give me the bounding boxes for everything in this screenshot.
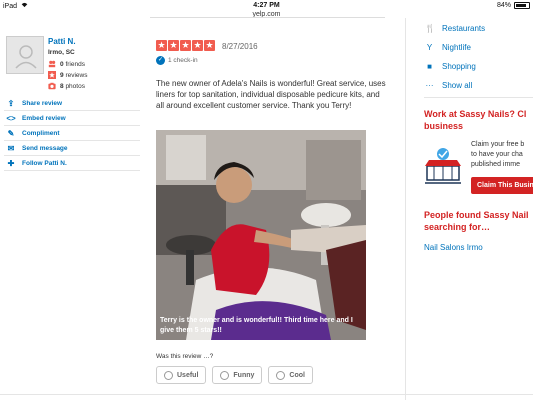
- reviews-label: reviews: [65, 71, 88, 79]
- vote-buttons: Useful Funny Cool: [156, 366, 313, 384]
- star-icon: ★: [192, 40, 203, 51]
- review-photo[interactable]: Terry is the owner and is wonderful!! Th…: [156, 130, 366, 340]
- more-icon: ···: [425, 81, 434, 90]
- avatar[interactable]: [6, 36, 44, 74]
- share-icon: ⇪: [7, 98, 15, 108]
- code-icon: <>: [6, 113, 16, 123]
- star-icon: ★: [156, 40, 167, 51]
- claim-text-line-1: Claim your free b: [471, 141, 525, 148]
- funny-button[interactable]: Funny: [212, 366, 263, 384]
- shopping-label: Shopping: [442, 62, 476, 71]
- sidebar-link-restaurants[interactable]: 🍴 Restaurants: [425, 24, 486, 33]
- work-heading-line-2: business: [424, 121, 464, 131]
- default-avatar-icon: [15, 45, 37, 69]
- cool-label: Cool: [289, 371, 305, 379]
- nightlife-label: Nightlife: [442, 43, 471, 52]
- share-review-link[interactable]: ⇪ Share review: [4, 96, 140, 111]
- work-here-heading: Work at Sassy Nails? Cl business: [424, 108, 526, 132]
- bottom-divider: [0, 394, 533, 395]
- status-bar: iPad 4:27 PM yelp.com 84%: [0, 0, 533, 24]
- nail-salons-irmo-link[interactable]: Nail Salons Irmo: [424, 243, 483, 252]
- storefront-icon: [425, 148, 461, 184]
- compliment-icon: ✎: [7, 128, 15, 138]
- friends-count: 0 friends: [48, 60, 85, 68]
- checkin-label: 1 check-in: [168, 57, 198, 64]
- people-heading-line-2: searching for…: [424, 222, 491, 232]
- sidebar-separator: [424, 97, 533, 98]
- cool-icon: [276, 370, 286, 380]
- salon-photo-image: [156, 130, 366, 340]
- battery-icon: [514, 2, 530, 9]
- checkin-info: ✓ 1 check-in: [156, 56, 198, 65]
- fork-knife-icon: 🍴: [425, 24, 435, 33]
- message-icon: ✉: [7, 143, 15, 153]
- follow-icon: ✚: [7, 158, 15, 168]
- cool-button[interactable]: Cool: [268, 366, 313, 384]
- reviews-count: 9 reviews: [48, 71, 87, 79]
- funny-icon: [220, 370, 230, 380]
- share-review-label: Share review: [22, 99, 63, 107]
- useful-icon: [164, 370, 173, 380]
- reviews-number: 9: [60, 71, 64, 79]
- follow-user-link[interactable]: ✚ Follow Patti N.: [4, 156, 140, 171]
- top-divider: [150, 17, 385, 18]
- checkin-icon: ✓: [156, 56, 165, 65]
- claim-description: Claim your free b to have your cha publi…: [471, 140, 524, 170]
- star-icon: ★: [204, 40, 215, 51]
- vote-prompt: Was this review …?: [156, 353, 214, 360]
- show-all-label: Show all: [442, 81, 473, 90]
- cocktail-icon: Y: [426, 43, 433, 52]
- claim-business-button[interactable]: Claim This Busin: [471, 177, 533, 194]
- useful-button[interactable]: Useful: [156, 366, 207, 384]
- user-location: Irmo, SC: [48, 49, 75, 56]
- battery-status: 84%: [497, 2, 530, 9]
- people-heading-line-1: People found Sassy Nail: [424, 210, 529, 220]
- photos-label: photos: [65, 82, 85, 90]
- review-actions: ⇪ Share review <> Embed review ✎ Complim…: [4, 96, 140, 171]
- friends-number: 0: [60, 60, 64, 68]
- star-rating: ★ ★ ★ ★ ★: [156, 40, 215, 51]
- sidebar-link-shopping[interactable]: ■ Shopping: [426, 62, 476, 71]
- embed-review-link[interactable]: <> Embed review: [4, 111, 140, 126]
- send-message-link[interactable]: ✉ Send message: [4, 141, 140, 156]
- claim-text-line-3: published imme: [471, 161, 521, 168]
- camera-icon: [48, 82, 56, 90]
- embed-review-label: Embed review: [22, 114, 66, 122]
- compliment-label: Compliment: [22, 129, 60, 137]
- claim-text-line-2: to have your cha: [471, 151, 523, 158]
- photos-number: 8: [60, 82, 64, 90]
- shopping-bag-icon: ■: [427, 62, 432, 71]
- star-icon: ★: [180, 40, 191, 51]
- review-date: 8/27/2016: [222, 42, 258, 51]
- useful-label: Useful: [177, 371, 199, 379]
- review-text: The new owner of Adela's Nails is wonder…: [156, 79, 386, 110]
- battery-percent: 84%: [496, 2, 511, 9]
- sidebar-link-nightlife[interactable]: Y Nightlife: [426, 43, 471, 52]
- review-star-icon: [48, 71, 56, 79]
- funny-label: Funny: [233, 371, 255, 379]
- friends-icon: [48, 60, 56, 68]
- sidebar-divider: [405, 18, 406, 400]
- compliment-link[interactable]: ✎ Compliment: [4, 126, 140, 141]
- photos-count: 8 photos: [48, 82, 85, 90]
- send-message-label: Send message: [22, 144, 68, 152]
- restaurants-label: Restaurants: [442, 24, 486, 33]
- star-icon: ★: [168, 40, 179, 51]
- follow-user-label: Follow Patti N.: [22, 159, 67, 167]
- clock: 4:27 PM: [253, 2, 280, 9]
- work-heading-line-1: Work at Sassy Nails? Cl: [424, 109, 527, 119]
- sidebar-link-show-all[interactable]: ··· Show all: [425, 81, 473, 90]
- friends-label: friends: [65, 60, 85, 68]
- user-name[interactable]: Patti N.: [48, 37, 76, 46]
- people-searching-heading: People found Sassy Nail searching for…: [424, 209, 529, 233]
- photo-caption: Terry is the owner and is wonderful!! Th…: [160, 317, 353, 334]
